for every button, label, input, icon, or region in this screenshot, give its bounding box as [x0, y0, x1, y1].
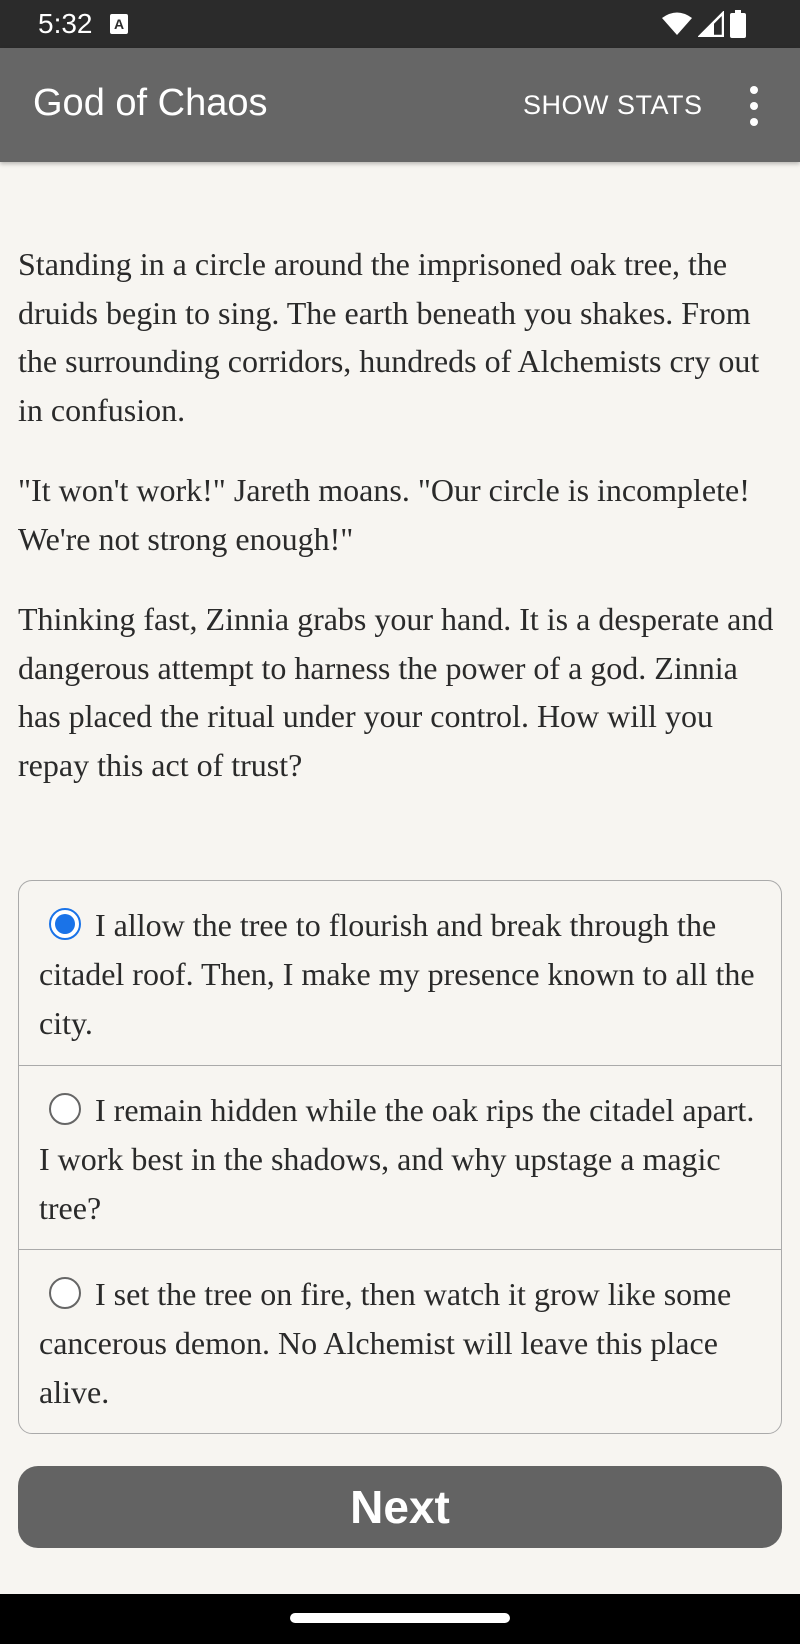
status-icons: [662, 10, 746, 38]
choice-text: I set the tree on fire, then watch it gr…: [39, 1276, 732, 1410]
app-bar: God of Chaos SHOW STATS: [0, 48, 800, 162]
story-paragraph: Thinking fast, Zinnia grabs your hand. I…: [18, 601, 774, 783]
a-letter-icon: A: [110, 14, 128, 34]
home-handle[interactable]: [290, 1613, 510, 1623]
show-stats-button[interactable]: SHOW STATS: [523, 90, 703, 121]
story-paragraph: "It won't work!" Jareth moans. "Our circ…: [18, 472, 750, 557]
signal-icon: [698, 11, 724, 37]
radio-selected-icon[interactable]: [49, 908, 81, 940]
next-button[interactable]: Next: [18, 1466, 782, 1548]
radio-unselected-icon[interactable]: [49, 1277, 81, 1309]
navigation-bar: [0, 1594, 800, 1644]
battery-icon: [730, 10, 746, 38]
status-time: 5:32: [38, 8, 93, 39]
story-text: Standing in a circle around the imprison…: [18, 240, 782, 821]
choice-text: I remain hidden while the oak rips the c…: [39, 1092, 755, 1226]
choice-option[interactable]: I set the tree on fire, then watch it gr…: [19, 1249, 781, 1433]
app-title: God of Chaos: [33, 82, 268, 124]
choice-list: I allow the tree to flourish and break t…: [18, 880, 782, 1434]
wifi-icon: [662, 12, 692, 35]
choice-option[interactable]: I allow the tree to flourish and break t…: [19, 881, 781, 1065]
choice-option[interactable]: I remain hidden while the oak rips the c…: [19, 1065, 781, 1249]
story-paragraph: Standing in a circle around the imprison…: [18, 246, 760, 428]
choice-text: I allow the tree to flourish and break t…: [39, 907, 755, 1041]
status-bar: 5:32 A: [0, 0, 800, 48]
radio-unselected-icon[interactable]: [49, 1093, 81, 1125]
more-vert-icon[interactable]: [742, 86, 766, 126]
